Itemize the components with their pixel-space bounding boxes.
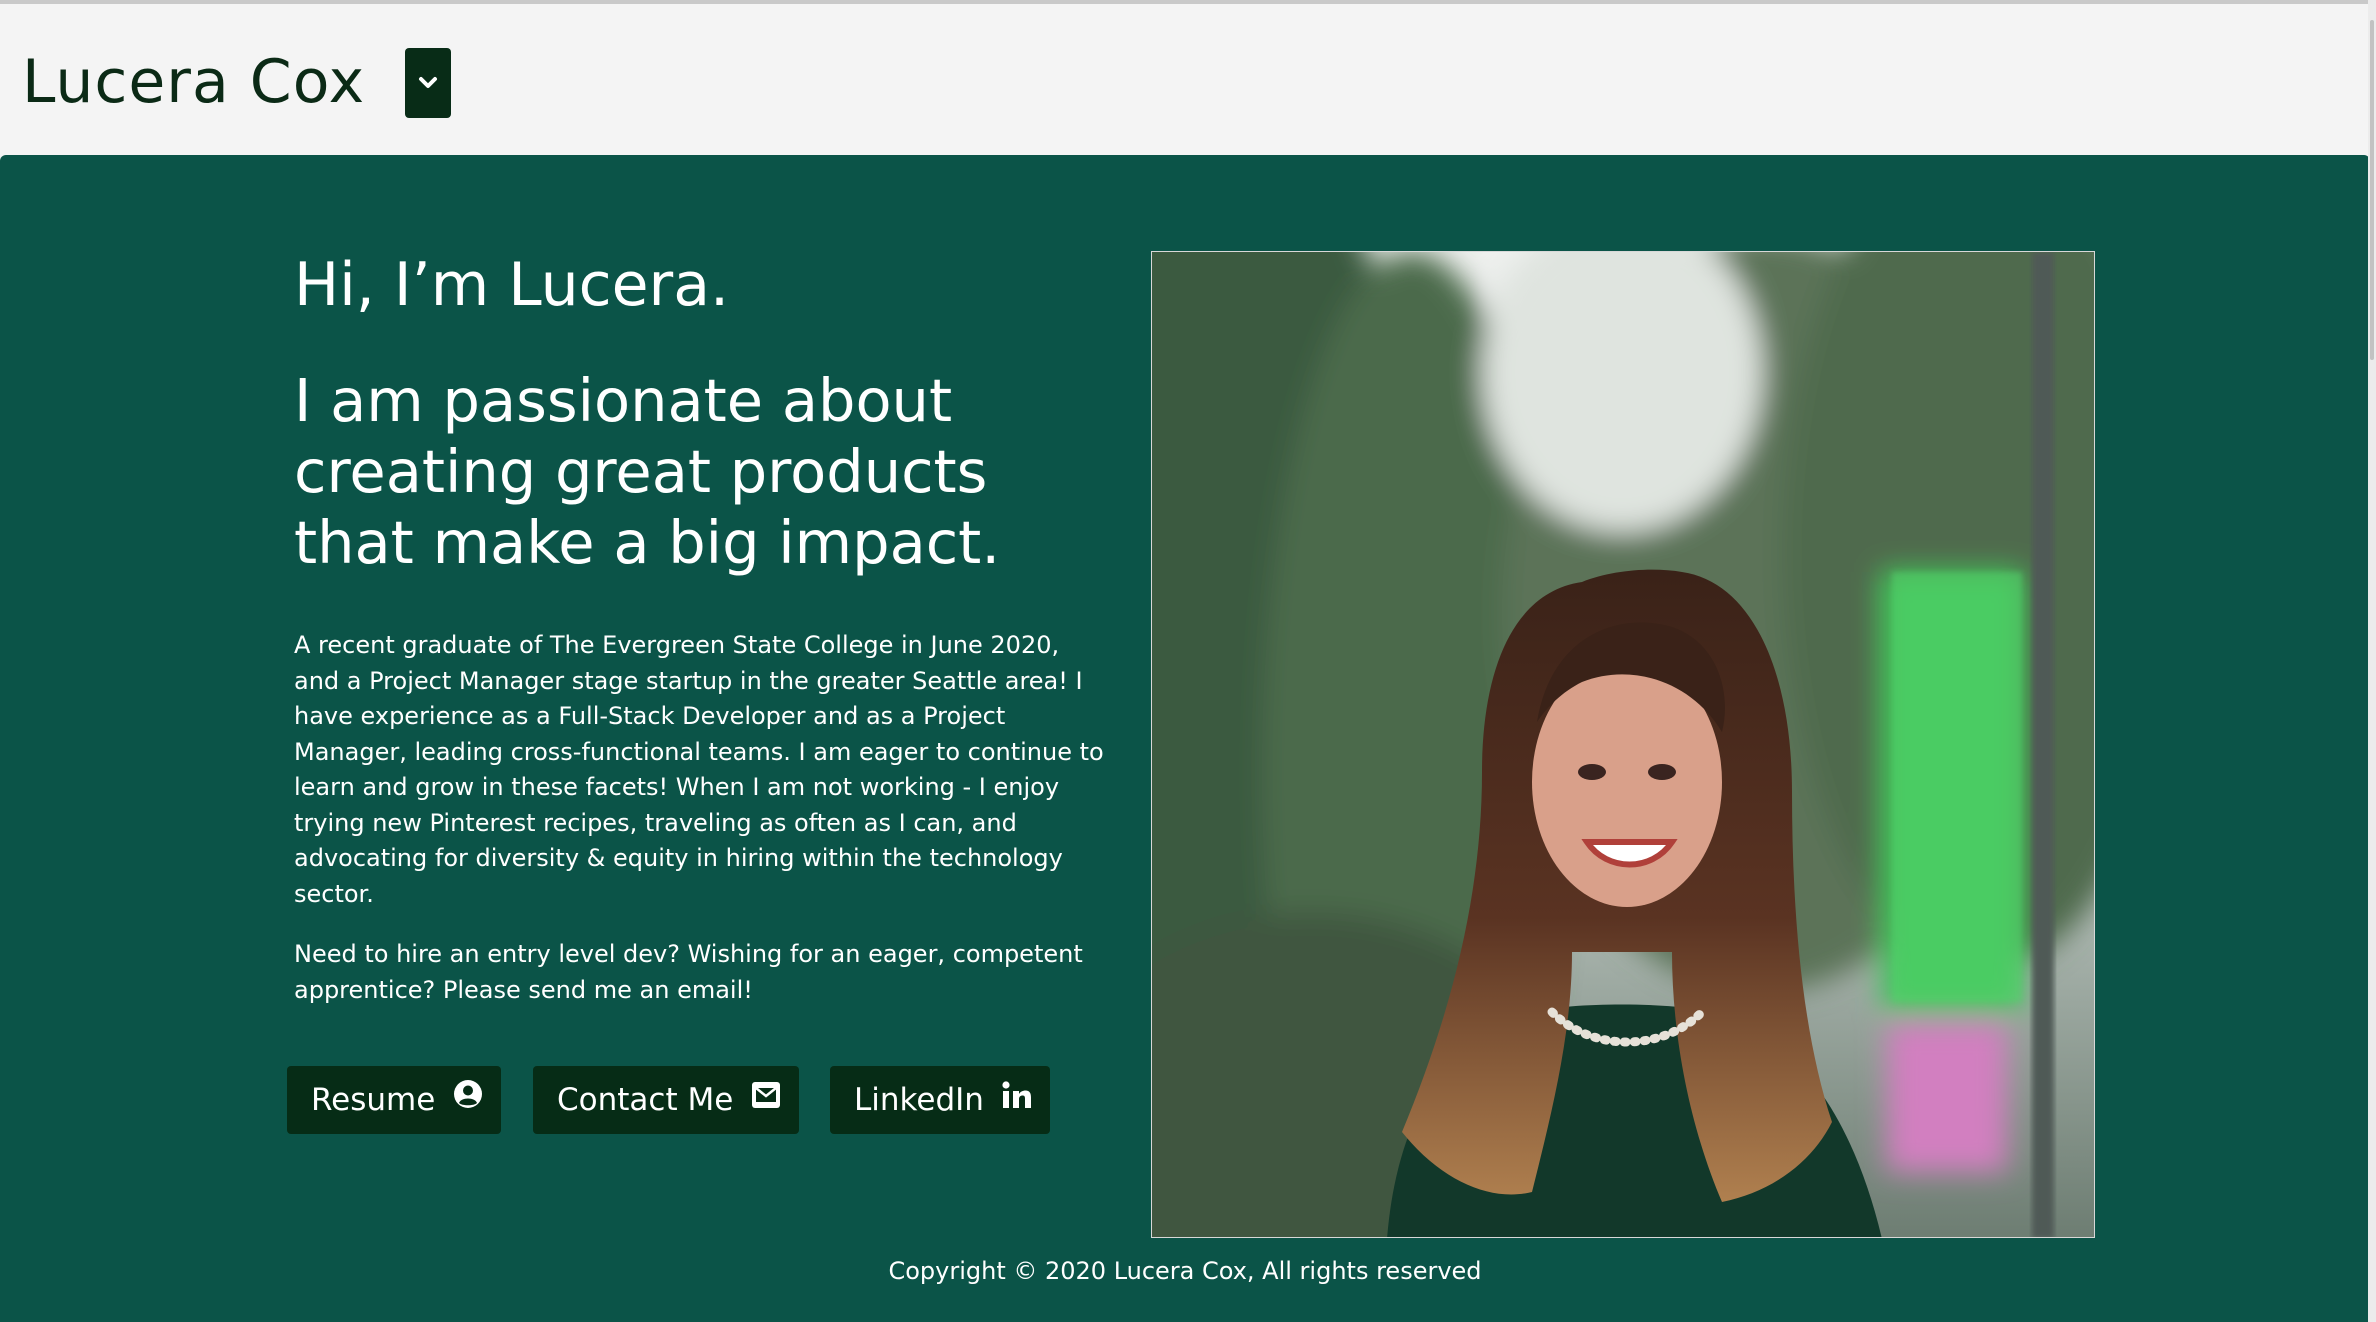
contact-button-label: Contact Me bbox=[557, 1082, 734, 1118]
user-circle-icon bbox=[453, 1065, 483, 1133]
envelope-icon bbox=[751, 1065, 781, 1133]
linkedin-button-label: LinkedIn bbox=[854, 1082, 984, 1118]
contact-me-button[interactable]: Contact Me bbox=[533, 1066, 799, 1134]
page-scrollbar[interactable] bbox=[2368, 0, 2376, 1322]
resume-button[interactable]: Resume bbox=[287, 1066, 501, 1134]
linkedin-icon bbox=[1002, 1065, 1032, 1133]
chevron-down-icon bbox=[419, 77, 437, 88]
profile-photo bbox=[1151, 251, 2095, 1238]
scrollbar-thumb[interactable] bbox=[2370, 20, 2374, 360]
site-brand[interactable]: Lucera Cox bbox=[22, 42, 365, 122]
hero-section: Hi, I’m Lucera. I am passionate about cr… bbox=[0, 155, 2370, 1322]
footer-copyright: Copyright © 2020 Lucera Cox, All rights … bbox=[888, 1257, 1482, 1285]
linkedin-button[interactable]: LinkedIn bbox=[830, 1066, 1050, 1134]
resume-button-label: Resume bbox=[311, 1082, 436, 1118]
site-header: Lucera Cox bbox=[0, 4, 2376, 156]
bio-paragraph: A recent graduate of The Evergreen State… bbox=[294, 631, 1104, 908]
hire-cta-paragraph: Need to hire an entry level dev? Wishing… bbox=[294, 940, 1083, 1004]
greeting-heading: Hi, I’m Lucera. bbox=[294, 250, 730, 320]
menu-toggle-button[interactable] bbox=[405, 48, 451, 118]
tagline-heading: I am passionate about creating great pro… bbox=[294, 366, 1001, 577]
